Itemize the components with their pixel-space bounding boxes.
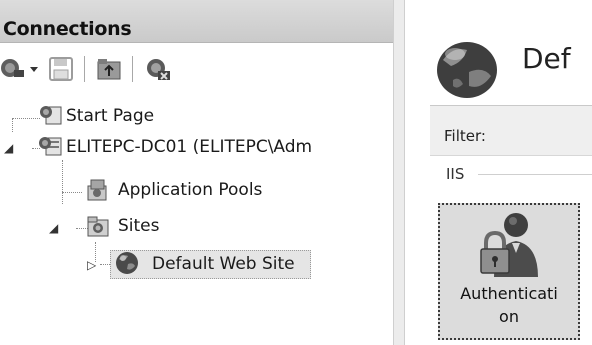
tree-label: Sites xyxy=(118,216,160,236)
up-folder-button[interactable] xyxy=(96,56,122,82)
expander-sites[interactable]: ◢ xyxy=(49,221,58,235)
expander-default-web-site[interactable]: ▷ xyxy=(87,258,96,272)
feature-view-pane: Def Filter: IIS Authenticati on xyxy=(405,0,592,345)
tree-item-start-page[interactable]: Start Page xyxy=(38,102,238,134)
tree-item-application-pools[interactable]: Application Pools xyxy=(84,176,324,208)
feature-label: Authenticati on xyxy=(440,282,578,328)
tree-line xyxy=(100,264,110,265)
filter-label: Filter: xyxy=(444,127,486,145)
pane-splitter[interactable] xyxy=(393,0,405,345)
tree-item-default-web-site[interactable]: Default Web Site xyxy=(112,250,312,282)
tree-item-server[interactable]: ELITEPC-DC01 (ELITEPC\Adm xyxy=(38,133,398,165)
tree-line xyxy=(12,118,13,132)
connect-button[interactable] xyxy=(0,56,40,82)
tree-item-sites[interactable]: Sites xyxy=(86,212,206,244)
save-icon xyxy=(49,57,73,81)
tree-label: Start Page xyxy=(66,106,155,126)
tree-label: Application Pools xyxy=(118,180,263,200)
filter-bar: Filter: xyxy=(430,106,592,156)
site-globe-icon xyxy=(437,42,497,98)
up-folder-icon xyxy=(97,59,121,80)
sites-folder-icon xyxy=(87,216,109,237)
connections-toolbar xyxy=(0,44,393,94)
tree-label: ELITEPC-DC01 (ELITEPC\Adm xyxy=(66,137,313,157)
connections-header: Connections xyxy=(0,0,393,43)
feature-label-line: Authenticati xyxy=(460,284,558,303)
toolbar-separator xyxy=(132,56,133,82)
tree-line xyxy=(12,118,40,119)
disconnect-icon xyxy=(147,59,170,80)
save-button[interactable] xyxy=(48,56,74,82)
server-icon xyxy=(39,137,62,156)
tree-label: Default Web Site xyxy=(152,254,295,274)
group-header-iis: IIS xyxy=(430,162,592,184)
tree-line xyxy=(62,192,82,193)
feature-authentication[interactable]: Authenticati on xyxy=(438,203,580,340)
globe-icon xyxy=(116,252,138,274)
group-line xyxy=(478,174,592,175)
start-page-icon xyxy=(40,106,62,125)
connections-title: Connections xyxy=(3,18,132,40)
toolbar-separator xyxy=(84,56,85,82)
disconnect-button[interactable] xyxy=(144,56,174,82)
expander-server[interactable]: ◢ xyxy=(4,141,13,155)
page-title: Def xyxy=(522,42,571,75)
feature-label-line: on xyxy=(499,307,519,326)
authentication-icon xyxy=(480,213,538,277)
group-label: IIS xyxy=(446,165,465,183)
tree-line xyxy=(62,160,63,204)
application-pools-icon xyxy=(87,179,107,201)
connect-icon xyxy=(1,59,38,77)
connections-pane: Connections Start Page ◢ ELITEPC-DC01 (E… xyxy=(0,0,393,345)
